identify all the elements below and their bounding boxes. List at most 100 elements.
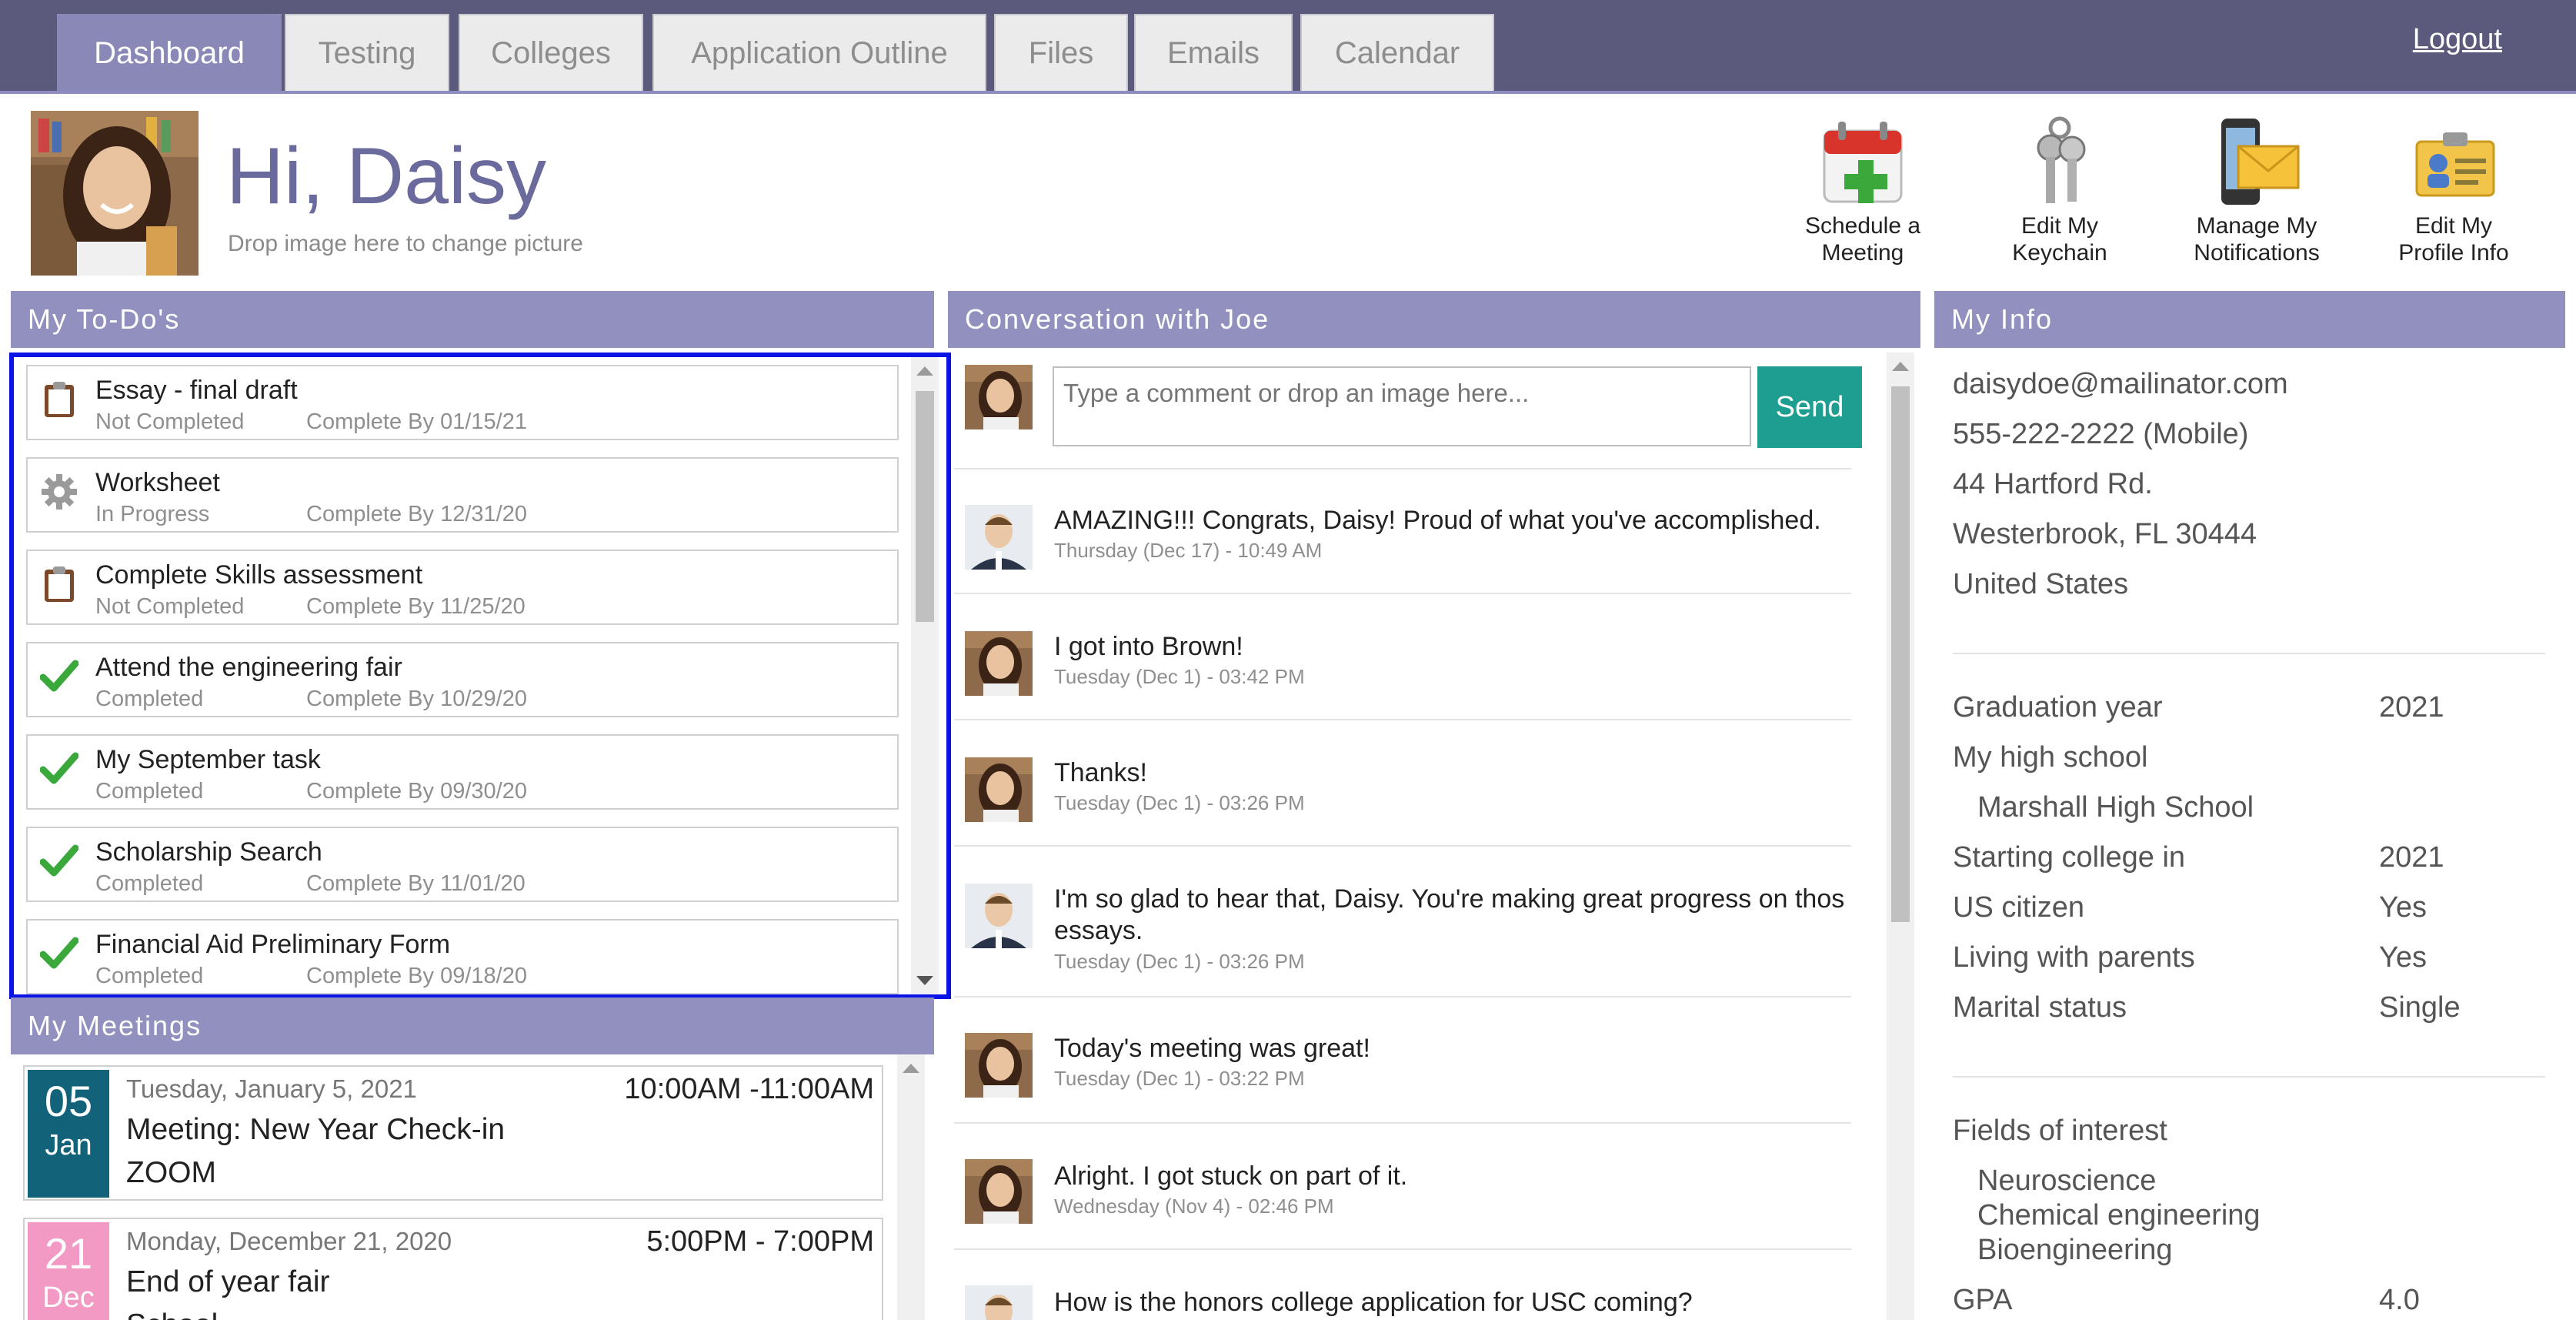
info-heading: My Info	[1934, 291, 2565, 348]
todos-list: Essay - final draft Not Completed Comple…	[9, 353, 951, 999]
tab-application-outline[interactable]: Application Outline	[652, 14, 986, 91]
schedule-meeting-button[interactable]: Schedule a Meeting	[1774, 115, 1951, 266]
todo-status: Not Completed	[95, 409, 245, 434]
marital-status-label: Marital status	[1953, 991, 2127, 1024]
todo-title: My September task	[95, 745, 321, 774]
conversation-scrollbar[interactable]	[1887, 353, 1914, 1320]
tab-files[interactable]: Files	[994, 14, 1128, 91]
gpa-value: 4.0	[2379, 1284, 2420, 1316]
message-text: I got into Brown!	[1054, 632, 1243, 661]
checkmark-icon	[39, 657, 79, 696]
todo-due-date: Complete By 01/15/21	[306, 409, 527, 434]
edit-profile-info-button[interactable]: Edit My Profile Info	[2365, 115, 2542, 266]
todo-item[interactable]: Worksheet In Progress Complete By 12/31/…	[26, 457, 899, 533]
todo-status: In Progress	[95, 502, 210, 526]
meetings-heading: My Meetings	[11, 998, 934, 1054]
conversation-heading: Conversation with Joe	[948, 291, 1920, 348]
clipboard-icon	[40, 380, 78, 419]
field-of-interest: Bioengineering	[1977, 1234, 2173, 1266]
send-button[interactable]: Send	[1757, 366, 1862, 448]
clipboard-icon	[40, 565, 78, 603]
message-divider	[954, 719, 1851, 720]
message-divider	[954, 468, 1851, 470]
todo-title: Attend the engineering fair	[95, 653, 402, 682]
info-address-line1: 44 Hartford Rd.	[1953, 468, 2153, 500]
top-nav-bar: Dashboard Testing Colleges Application O…	[0, 0, 2576, 94]
meeting-time: 5:00PM - 7:00PM	[646, 1225, 874, 1258]
edit-keychain-label-1: Edit My	[2020, 213, 2099, 239]
meeting-date: Monday, December 21, 2020	[126, 1227, 452, 1255]
todo-due-date: Complete By 09/18/20	[306, 964, 527, 988]
manage-notifications-label-2: Notifications	[2194, 240, 2320, 266]
field-of-interest: Neuroscience	[1977, 1165, 2157, 1197]
meeting-location: ZOOM	[126, 1156, 216, 1189]
meeting-day: 21	[44, 1229, 93, 1278]
comment-input[interactable]	[1053, 366, 1751, 446]
message-time: Thursday (Dec 17) - 10:49 AM	[1054, 539, 1323, 562]
message-time: Wednesday (Nov 4) - 02:46 PM	[1054, 1195, 1334, 1218]
todo-title: Scholarship Search	[95, 837, 322, 867]
scroll-up-arrow-icon[interactable]	[903, 1064, 919, 1073]
info-email: daisydoe@mailinator.com	[1953, 368, 2288, 400]
todo-item[interactable]: Attend the engineering fair Completed Co…	[26, 642, 899, 717]
gear-icon	[40, 473, 78, 511]
todos-scroll-thumb[interactable]	[916, 391, 934, 622]
phone-envelope-icon	[2211, 115, 2303, 211]
manage-notifications-button[interactable]: Manage My Notifications	[2168, 115, 2345, 266]
logout-link[interactable]: Logout	[2413, 23, 2502, 56]
meeting-month: Jan	[45, 1129, 92, 1161]
high-school-label: My high school	[1953, 741, 2148, 774]
meetings-scrollbar[interactable]	[897, 1054, 925, 1320]
todo-item[interactable]: Complete Skills assessment Not Completed…	[26, 550, 899, 625]
tab-testing[interactable]: Testing	[285, 14, 449, 91]
todo-item[interactable]: Scholarship Search Completed Complete By…	[26, 827, 899, 902]
info-phone: 555-222-2222 (Mobile)	[1953, 418, 2249, 450]
message-time: Tuesday (Dec 1) - 03:42 PM	[1054, 665, 1305, 688]
todo-due-date: Complete By 11/25/20	[306, 594, 526, 619]
conversation-scroll-thumb[interactable]	[1891, 386, 1910, 922]
info-divider	[1953, 653, 2545, 654]
todo-status: Completed	[95, 779, 204, 804]
todo-item[interactable]: Financial Aid Preliminary Form Completed…	[26, 919, 899, 994]
todos-heading: My To-Do's	[11, 291, 934, 348]
meeting-date: Tuesday, January 5, 2021	[126, 1074, 417, 1103]
meeting-time: 10:00AM -11:00AM	[624, 1073, 874, 1105]
info-country: United States	[1953, 568, 2129, 600]
meeting-item[interactable]: 21 Dec Monday, December 21, 2020 5:00PM …	[23, 1218, 883, 1320]
todo-title: Financial Aid Preliminary Form	[95, 930, 451, 959]
profile-picture[interactable]	[31, 111, 199, 276]
schedule-meeting-label-2: Meeting	[1821, 240, 1904, 266]
avatar	[965, 631, 1033, 696]
meeting-location: School	[126, 1308, 218, 1320]
tab-emails[interactable]: Emails	[1134, 14, 1293, 91]
field-of-interest: Chemical engineering	[1977, 1199, 2261, 1231]
starting-college-label: Starting college in	[1953, 841, 2186, 874]
scroll-up-arrow-icon[interactable]	[1892, 362, 1909, 371]
fields-of-interest-label: Fields of interest	[1953, 1114, 2167, 1147]
id-card-icon	[2407, 115, 2500, 211]
avatar	[965, 757, 1033, 822]
todo-item[interactable]: My September task Completed Complete By …	[26, 734, 899, 810]
starting-college-value: 2021	[2379, 841, 2444, 874]
message-time: Tuesday (Dec 1) - 03:26 PM	[1054, 791, 1305, 814]
avatar	[965, 1033, 1033, 1098]
todo-item[interactable]: Essay - final draft Not Completed Comple…	[26, 365, 899, 440]
tab-dashboard[interactable]: Dashboard	[57, 14, 282, 91]
living-with-parents-label: Living with parents	[1953, 941, 2195, 974]
edit-keychain-button[interactable]: Edit My Keychain	[1971, 115, 2148, 266]
high-school-value: Marshall High School	[1977, 791, 2254, 824]
drop-image-hint: Drop image here to change picture	[228, 231, 583, 256]
scroll-down-arrow-icon[interactable]	[916, 976, 933, 985]
todos-scrollbar[interactable]	[911, 357, 939, 994]
meeting-date-badge: 05 Jan	[28, 1070, 109, 1198]
message-text: Alright. I got stuck on part of it.	[1054, 1161, 1408, 1191]
avatar	[965, 505, 1033, 570]
meeting-day: 05	[44, 1077, 93, 1125]
tab-colleges[interactable]: Colleges	[459, 14, 643, 91]
message-text: AMAZING!!! Congrats, Daisy! Proud of wha…	[1054, 506, 1821, 535]
marital-status-value: Single	[2379, 991, 2461, 1024]
tab-calendar[interactable]: Calendar	[1300, 14, 1494, 91]
meeting-item[interactable]: 05 Jan Tuesday, January 5, 2021 10:00AM …	[23, 1065, 883, 1201]
checkmark-icon	[39, 842, 79, 881]
scroll-up-arrow-icon[interactable]	[916, 366, 933, 376]
